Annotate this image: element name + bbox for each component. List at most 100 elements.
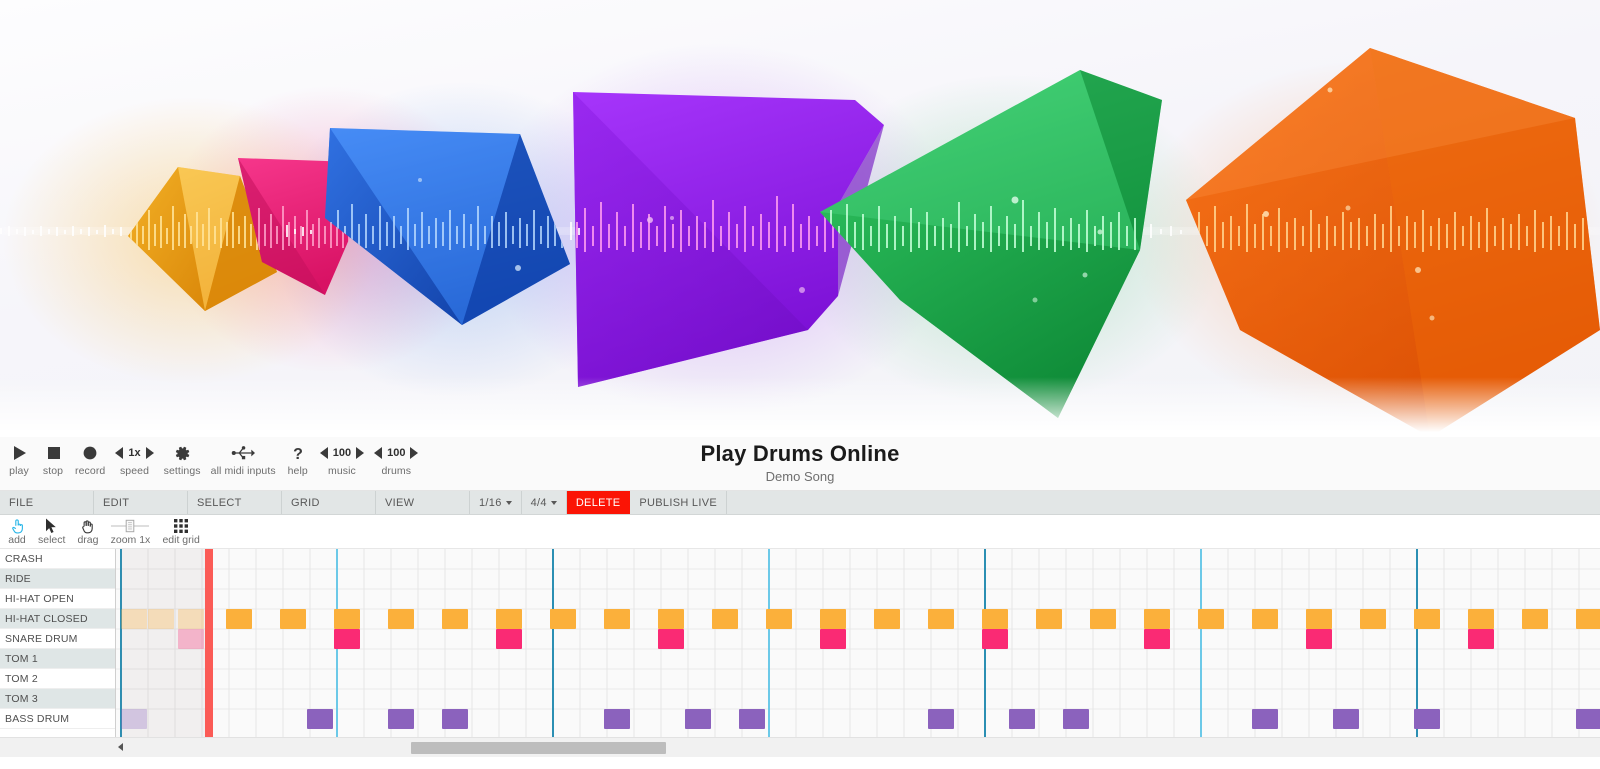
publish-live-button[interactable]: PUBLISH LIVE — [630, 491, 727, 514]
note-block[interactable] — [334, 609, 360, 629]
zoom-slider-icon — [110, 517, 150, 534]
note-block[interactable] — [928, 709, 954, 729]
track-row[interactable]: TOM 3 — [0, 689, 115, 709]
publish-live-label: PUBLISH LIVE — [639, 496, 717, 509]
track-row[interactable]: BASS DRUM — [0, 709, 115, 729]
note-block[interactable] — [307, 709, 333, 729]
tool-add[interactable]: add — [2, 516, 32, 546]
note-block[interactable] — [982, 629, 1008, 649]
note-block[interactable] — [388, 609, 414, 629]
menu-select[interactable]: SELECT — [188, 491, 282, 514]
note-block[interactable] — [1144, 609, 1170, 629]
record-button[interactable]: record — [70, 441, 110, 477]
note-block[interactable] — [820, 609, 846, 629]
note-block[interactable] — [226, 609, 252, 629]
speed-decrease-icon[interactable] — [115, 447, 124, 459]
note-block[interactable] — [1252, 709, 1278, 729]
track-row[interactable]: HI-HAT CLOSED — [0, 609, 115, 629]
subdivision-select[interactable]: 1/16 — [470, 491, 522, 514]
note-block[interactable] — [1009, 709, 1035, 729]
note-block[interactable] — [280, 609, 306, 629]
midi-inputs-button[interactable]: all midi inputs — [206, 441, 281, 477]
note-block[interactable] — [1414, 609, 1440, 629]
drums-volume-control[interactable]: 100 drums — [369, 441, 423, 477]
play-button[interactable]: play — [2, 441, 36, 477]
note-block[interactable] — [334, 629, 360, 649]
horizontal-scrollbar[interactable] — [0, 737, 1600, 757]
note-block[interactable] — [1468, 609, 1494, 629]
drums-decrease-icon[interactable] — [374, 447, 383, 459]
settings-button[interactable]: settings — [159, 441, 206, 477]
stop-button[interactable]: stop — [36, 441, 70, 477]
note-block[interactable] — [442, 609, 468, 629]
note-block[interactable] — [496, 609, 522, 629]
note-block[interactable] — [874, 609, 900, 629]
playhead[interactable] — [205, 549, 213, 737]
music-volume-control[interactable]: 100 music — [315, 441, 369, 477]
note-block[interactable] — [1468, 629, 1494, 649]
note-block[interactable] — [496, 629, 522, 649]
track-row[interactable]: SNARE DRUM — [0, 629, 115, 649]
menu-edit[interactable]: EDIT — [94, 491, 188, 514]
note-block[interactable] — [1333, 709, 1359, 729]
music-increase-icon[interactable] — [356, 447, 365, 459]
note-block[interactable] — [604, 609, 630, 629]
note-block[interactable] — [1306, 629, 1332, 649]
note-block[interactable] — [1306, 609, 1332, 629]
note-block[interactable] — [442, 709, 468, 729]
tool-add-label: add — [8, 534, 26, 546]
scrollbar-track[interactable] — [126, 738, 1598, 757]
track-row[interactable]: HI-HAT OPEN — [0, 589, 115, 609]
time-signature-select[interactable]: 4/4 — [522, 491, 567, 514]
note-block[interactable] — [1063, 709, 1089, 729]
note-block[interactable] — [820, 629, 846, 649]
track-row[interactable]: RIDE — [0, 569, 115, 589]
note-block[interactable] — [766, 609, 792, 629]
note-block[interactable] — [1090, 609, 1116, 629]
speed-control[interactable]: 1x speed — [110, 441, 158, 477]
menu-view[interactable]: VIEW — [376, 491, 470, 514]
ghost-note[interactable] — [121, 609, 147, 629]
tool-zoom[interactable]: zoom 1x — [104, 516, 156, 546]
note-block[interactable] — [1522, 609, 1548, 629]
note-block[interactable] — [550, 609, 576, 629]
note-block[interactable] — [388, 709, 414, 729]
track-row[interactable]: TOM 1 — [0, 649, 115, 669]
note-block[interactable] — [1576, 709, 1600, 729]
note-block[interactable] — [1360, 609, 1386, 629]
music-decrease-icon[interactable] — [319, 447, 328, 459]
ghost-note[interactable] — [178, 629, 204, 649]
note-block[interactable] — [1576, 609, 1600, 629]
menu-file[interactable]: FILE — [0, 491, 94, 514]
note-block[interactable] — [712, 609, 738, 629]
note-block[interactable] — [1036, 609, 1062, 629]
note-block[interactable] — [658, 629, 684, 649]
scrollbar-thumb[interactable] — [411, 742, 666, 754]
scroll-left-arrow-icon[interactable] — [118, 743, 123, 751]
note-block[interactable] — [1198, 609, 1224, 629]
delete-button[interactable]: DELETE — [566, 491, 631, 514]
ghost-note[interactable] — [121, 709, 147, 729]
note-block[interactable] — [982, 609, 1008, 629]
track-row[interactable]: CRASH — [0, 549, 115, 569]
speed-increase-icon[interactable] — [145, 447, 154, 459]
tool-select[interactable]: select — [32, 516, 71, 546]
ghost-note[interactable] — [178, 609, 204, 629]
help-button[interactable]: ? help — [281, 441, 315, 478]
note-block[interactable] — [1252, 609, 1278, 629]
menu-grid[interactable]: GRID — [282, 491, 376, 514]
drums-increase-icon[interactable] — [410, 447, 419, 459]
note-block[interactable] — [739, 709, 765, 729]
tool-drag[interactable]: drag — [71, 516, 104, 546]
note-grid[interactable] — [116, 549, 1600, 737]
tool-edit-grid[interactable]: edit grid — [156, 516, 205, 546]
note-block[interactable] — [604, 709, 630, 729]
ghost-note[interactable] — [148, 609, 174, 629]
pointing-hand-icon — [10, 517, 25, 534]
note-block[interactable] — [658, 609, 684, 629]
note-block[interactable] — [928, 609, 954, 629]
note-block[interactable] — [685, 709, 711, 729]
track-row[interactable]: TOM 2 — [0, 669, 115, 689]
note-block[interactable] — [1414, 709, 1440, 729]
note-block[interactable] — [1144, 629, 1170, 649]
